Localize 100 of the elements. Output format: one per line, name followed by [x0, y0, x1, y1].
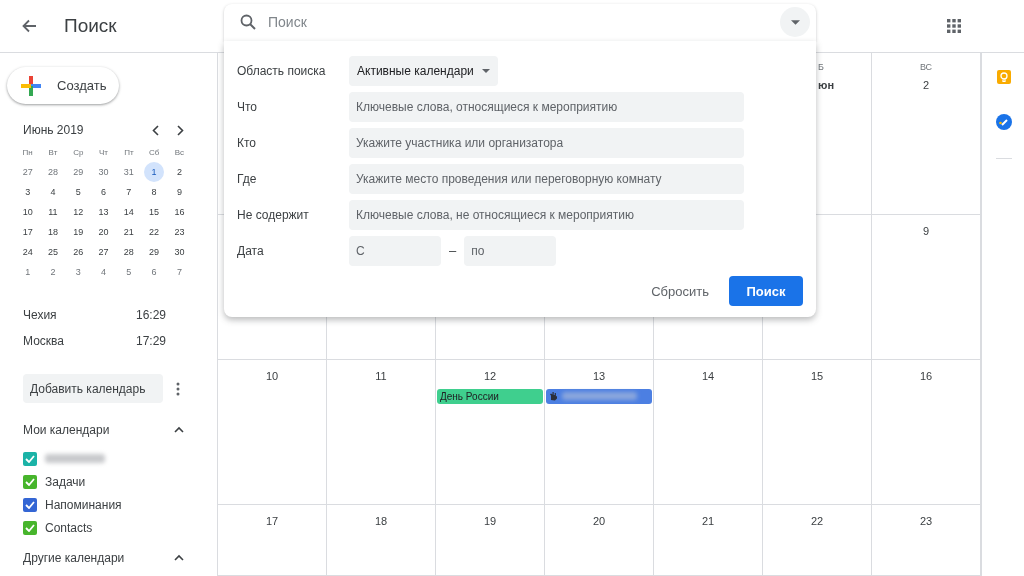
date-from-field[interactable]: С [349, 235, 441, 266]
date-number: 13 [591, 369, 607, 384]
day-cell[interactable]: 5 [118, 262, 139, 282]
month-title: Июнь 2019 [22, 122, 84, 139]
weekday-label: Ср [72, 147, 85, 159]
input-field[interactable]: Ключевые слова, относящиеся к мероприятию [349, 91, 744, 122]
clock-place: Москва [23, 333, 64, 350]
weekday-label: Пн [21, 147, 34, 159]
checkbox[interactable] [23, 474, 37, 489]
checkbox[interactable] [23, 497, 37, 512]
day-cell[interactable]: 2 [42, 262, 63, 282]
event-chip[interactable]: День России [437, 388, 543, 404]
weekday-label: Вт [47, 147, 59, 159]
day-cell[interactable]: 23 [169, 222, 190, 242]
next-month-icon[interactable] [177, 124, 184, 136]
chevron-icon[interactable] [174, 426, 184, 434]
day-cell[interactable]: 27 [17, 162, 38, 182]
back-icon[interactable] [21, 18, 37, 34]
date-number: 23 [918, 514, 934, 529]
input-field[interactable]: Укажите участника или организатора [349, 127, 744, 158]
day-cell[interactable]: 15 [144, 202, 165, 222]
checkbox[interactable] [23, 520, 37, 535]
apps-icon[interactable] [947, 19, 961, 33]
day-cell[interactable]: 6 [144, 262, 165, 282]
field-label: Область поиска [237, 62, 327, 80]
day-cell[interactable]: 11 [42, 202, 63, 222]
day-cell[interactable]: 7 [118, 182, 139, 202]
day-cell[interactable]: 16 [169, 202, 190, 222]
input-field[interactable]: Ключевые слова, не относящиеся к мероприятию [349, 199, 744, 230]
day-cell[interactable]: 25 [42, 242, 63, 262]
field-label: Кто [237, 134, 258, 152]
day-cell[interactable]: 17 [17, 222, 38, 242]
day-cell[interactable]: 26 [68, 242, 89, 262]
checkbox[interactable] [23, 451, 37, 466]
field-label: Дата [237, 242, 265, 260]
field-label: Не содержит [237, 206, 310, 224]
date-number: 22 [809, 514, 825, 529]
day-cell[interactable]: 1 [144, 162, 165, 182]
day-cell[interactable]: 21 [118, 222, 139, 242]
input-field[interactable]: Укажите место проведения или переговорную комнату [349, 163, 744, 194]
search-button[interactable]: Поиск [729, 276, 803, 307]
clock-time: 17:29 [135, 333, 166, 350]
date-number: 17 [264, 514, 280, 529]
add-calendar-field[interactable]: Добавить календарь [23, 374, 163, 403]
day-cell[interactable]: 4 [93, 262, 114, 282]
day-cell[interactable]: 3 [68, 262, 89, 282]
day-cell[interactable]: 1 [17, 262, 38, 282]
chevron-icon[interactable] [174, 554, 184, 562]
day-cell[interactable]: 10 [17, 202, 38, 222]
day-cell[interactable]: 18 [42, 222, 63, 242]
day-cell[interactable]: 30 [169, 242, 190, 262]
day-cell[interactable]: 12 [68, 202, 89, 222]
day-cell[interactable]: 9 [169, 182, 190, 202]
field-label: Что [237, 98, 259, 116]
day-cell[interactable]: 28 [42, 162, 63, 182]
reset-button[interactable]: Сбросить [639, 275, 721, 307]
weekday-label: Сб [147, 147, 161, 159]
date-number: 2 [921, 78, 931, 93]
more-icon[interactable] [176, 381, 180, 396]
day-cell[interactable]: 24 [17, 242, 38, 262]
section-title: Мои календари [23, 422, 110, 439]
day-cell[interactable]: 29 [144, 242, 165, 262]
day-cell[interactable]: 7 [169, 262, 190, 282]
day-cell[interactable]: 20 [93, 222, 114, 242]
date-number: 21 [700, 514, 716, 529]
calendar-name: Напоминания [45, 496, 122, 514]
day-cell[interactable]: 22 [144, 222, 165, 242]
dropdown-button[interactable] [780, 7, 810, 37]
day-cell[interactable]: 19 [68, 222, 89, 242]
day-cell[interactable]: 30 [93, 162, 114, 182]
day-cell[interactable]: 4 [42, 182, 63, 202]
hand-icon [549, 391, 558, 401]
scope-dropdown[interactable]: Активные календари [349, 55, 498, 86]
day-cell[interactable]: 13 [93, 202, 114, 222]
previous-month-icon[interactable] [152, 124, 159, 136]
date-number: 20 [591, 514, 607, 529]
date-number: 9 [921, 224, 931, 239]
weekday-label: Пт [123, 147, 135, 159]
day-cell[interactable]: 5 [68, 182, 89, 202]
section-title: Другие календари [23, 550, 125, 567]
page-title: Поиск [64, 13, 117, 38]
day-cell[interactable]: 8 [144, 182, 165, 202]
day-cell[interactable]: 6 [93, 182, 114, 202]
day-cell[interactable]: 27 [93, 242, 114, 262]
day-cell[interactable]: 29 [68, 162, 89, 182]
weekday-label: Вс [173, 147, 186, 159]
day-cell[interactable]: 31 [118, 162, 139, 182]
event-chip[interactable] [546, 388, 652, 404]
task-check-icon[interactable] [995, 114, 1012, 130]
day-cell[interactable]: 14 [118, 202, 139, 222]
create-button[interactable]: Создать [7, 67, 119, 104]
day-cell[interactable]: 2 [169, 162, 190, 182]
date-to-field[interactable]: по [464, 235, 557, 266]
day-cell[interactable]: 3 [17, 182, 38, 202]
day-cell[interactable]: 28 [118, 242, 139, 262]
field-label: Где [237, 170, 258, 188]
weekday-label: Чт [98, 147, 110, 159]
clock-place: Чехия [23, 307, 57, 324]
date-number: 14 [700, 369, 716, 384]
calendar-name: Задачи [45, 473, 86, 491]
